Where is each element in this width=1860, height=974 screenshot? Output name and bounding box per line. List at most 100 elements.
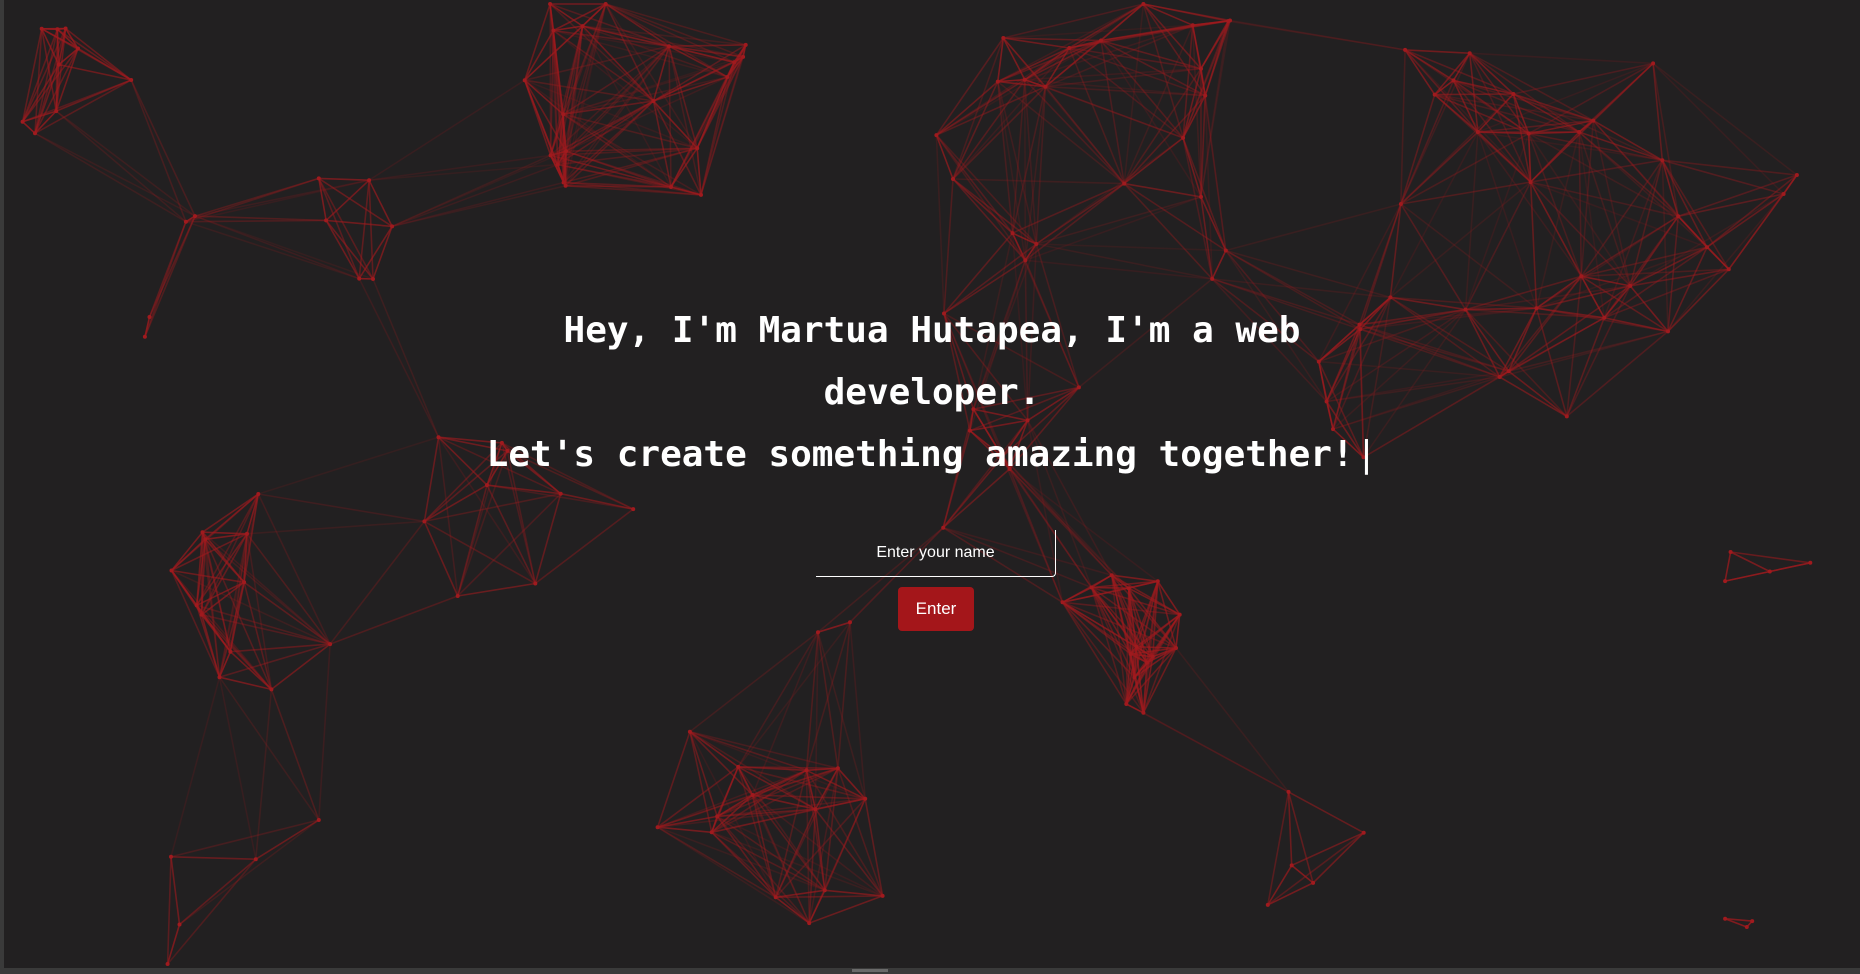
network-link	[170, 676, 221, 858]
network-node	[548, 2, 553, 6]
network-node	[1067, 46, 1072, 50]
network-node	[1591, 118, 1596, 123]
network-node	[316, 818, 321, 822]
network-node	[1289, 863, 1294, 868]
network-node	[715, 814, 720, 819]
network-node	[269, 687, 274, 692]
enter-button[interactable]: Enter	[898, 587, 974, 631]
network-link	[1404, 49, 1532, 183]
network-node	[371, 277, 375, 281]
network-node	[835, 766, 840, 771]
network-node	[995, 79, 1000, 84]
network-node	[1199, 66, 1203, 71]
network-node	[1475, 130, 1480, 134]
network-link	[1464, 131, 1479, 310]
network-node	[1265, 902, 1270, 907]
network-node	[324, 218, 329, 223]
network-node	[1134, 644, 1139, 649]
network-node	[564, 149, 568, 154]
network-link	[179, 819, 320, 926]
network-link	[257, 493, 331, 645]
network-node	[55, 27, 60, 32]
app-canvas: Hey, I'm Martua Hutapea, I'm a web devel…	[4, 0, 1860, 968]
network-node	[328, 642, 333, 647]
network-link	[1652, 62, 1785, 195]
network-link	[194, 215, 360, 280]
name-input[interactable]	[816, 530, 1056, 577]
network-node	[1023, 258, 1028, 263]
network-link	[218, 582, 245, 678]
network-link	[1603, 159, 1664, 319]
network-node	[934, 133, 939, 138]
network-node	[863, 796, 868, 801]
network-node	[1528, 180, 1533, 185]
network-node	[725, 75, 730, 79]
network-node	[1651, 61, 1656, 66]
network-node	[1099, 38, 1103, 43]
network-node	[1126, 586, 1131, 591]
network-link	[318, 177, 370, 181]
network-link	[1175, 647, 1290, 793]
network-link	[368, 180, 374, 280]
network-node	[1141, 710, 1146, 715]
network-node	[169, 854, 173, 859]
network-node	[1286, 789, 1291, 794]
network-link	[229, 533, 248, 652]
network-link	[1288, 791, 1365, 834]
network-link	[1312, 832, 1365, 884]
network-link	[549, 3, 584, 27]
network-node	[1808, 560, 1813, 565]
network-node	[1388, 295, 1393, 300]
network-link	[1724, 551, 1732, 582]
network-link	[534, 508, 634, 585]
network-link	[194, 215, 327, 222]
network-node	[1141, 2, 1146, 6]
network-node	[1660, 158, 1665, 163]
network-link	[178, 858, 257, 926]
network-link	[1400, 49, 1406, 205]
network-link	[1405, 49, 1470, 54]
network-link	[1025, 259, 1213, 280]
network-node	[177, 922, 182, 927]
network-node	[695, 146, 700, 151]
network-link	[1469, 52, 1654, 65]
network-link	[1123, 137, 1184, 185]
hero-line-3-text: Let's create something amazing together!	[486, 434, 1354, 475]
network-node	[631, 507, 636, 512]
network-link	[170, 856, 256, 860]
network-link	[1211, 250, 1227, 280]
network-link	[318, 177, 393, 228]
network-link	[952, 81, 999, 180]
network-link	[1629, 193, 1785, 287]
network-link	[170, 856, 181, 925]
network-link	[1035, 137, 1184, 245]
network-link	[935, 135, 945, 314]
network-node	[1403, 47, 1408, 52]
network-node	[199, 612, 204, 617]
network-link	[318, 644, 331, 821]
network-node	[1511, 92, 1516, 96]
network-node	[217, 675, 222, 680]
network-link	[326, 219, 393, 228]
network-link	[34, 132, 196, 217]
network-node	[1723, 579, 1728, 584]
network-node	[1203, 93, 1208, 98]
network-link	[737, 621, 851, 768]
network-link	[935, 134, 1026, 261]
network-node	[256, 492, 261, 496]
network-link	[1389, 131, 1479, 298]
network-link	[166, 858, 257, 965]
network-node	[1034, 242, 1039, 246]
network-node	[1526, 131, 1531, 136]
network-link	[1287, 791, 1314, 884]
network-node	[253, 857, 258, 862]
resize-handle[interactable]	[852, 969, 888, 972]
network-node	[1109, 573, 1114, 578]
network-node	[183, 219, 188, 224]
network-link	[1389, 181, 1532, 299]
network-node	[20, 119, 25, 124]
network-node	[1223, 248, 1228, 253]
network-node	[1750, 919, 1755, 924]
network-node	[1744, 925, 1749, 929]
network-node	[822, 888, 827, 893]
